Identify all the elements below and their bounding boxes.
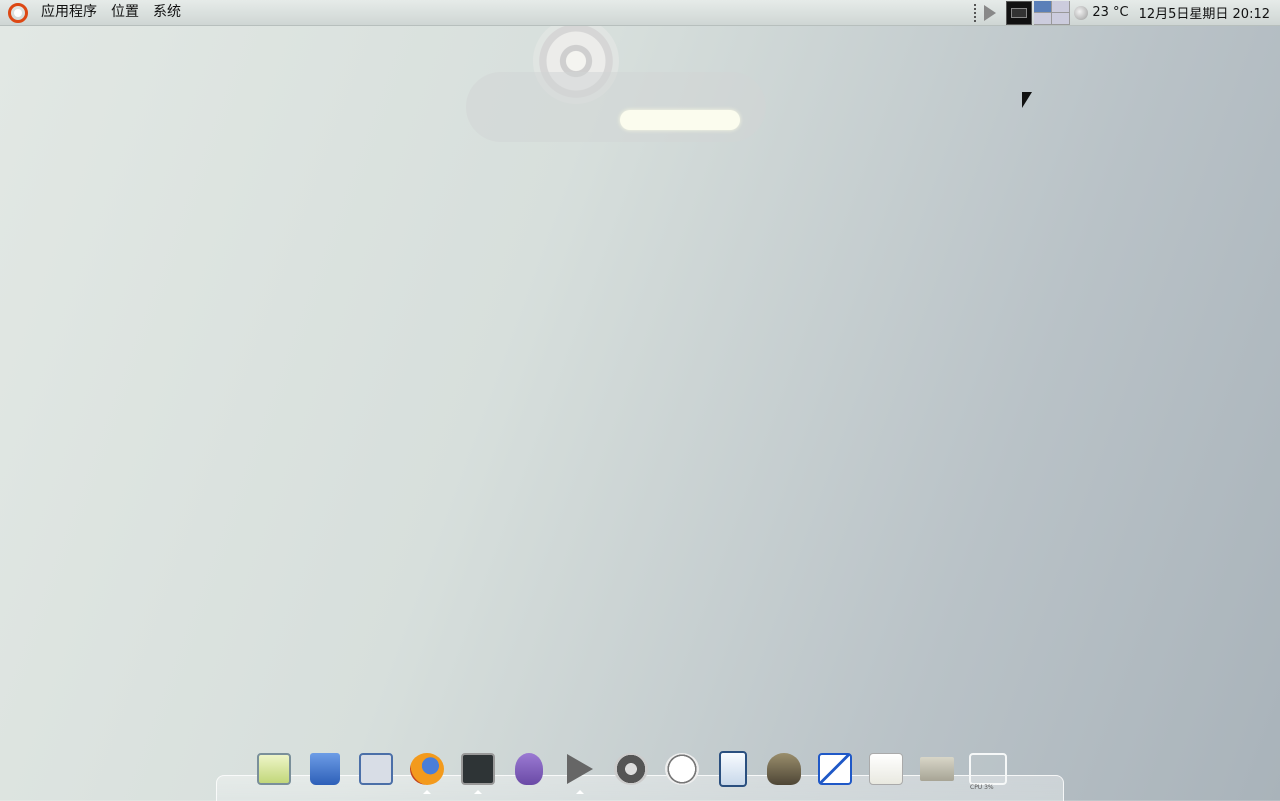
- cpu-monitor-icon: [969, 753, 1007, 785]
- document-viewer-icon: [719, 751, 747, 787]
- running-indicator: [423, 790, 431, 794]
- terminal-icon: [461, 753, 495, 785]
- dock-item-save[interactable]: [356, 748, 396, 790]
- wallpaper-decoration: [620, 110, 740, 130]
- weather-moon-icon[interactable]: [1074, 5, 1089, 20]
- drag-handle-icon[interactable]: [974, 3, 980, 22]
- workspace-2[interactable]: [1052, 0, 1070, 12]
- save-floppy-icon: [359, 753, 393, 785]
- dock-item-drawing[interactable]: [815, 748, 855, 790]
- firefox-icon: [410, 753, 444, 785]
- mouse-cursor-icon: [1022, 92, 1032, 108]
- dock-item-pidgin[interactable]: [509, 748, 549, 790]
- clock-datetime[interactable]: 12月5日星期日 20:12: [1139, 3, 1270, 22]
- media-player-icon: [567, 754, 593, 784]
- dock-item-notes[interactable]: [254, 748, 294, 790]
- drawing-icon: [818, 753, 852, 785]
- running-indicator: [576, 790, 584, 794]
- dock-item-video-editor[interactable]: [611, 748, 651, 790]
- top-panel: 应用程序 位置 系统 23 °C 12月5日星期日 20:12: [0, 0, 1280, 26]
- menu-system[interactable]: 系统: [146, 0, 188, 25]
- dock-item-text-editor[interactable]: [866, 748, 906, 790]
- cpu-monitor-label: CPU 3%: [970, 784, 994, 791]
- dock-item-trash[interactable]: [305, 748, 345, 790]
- main-menu: 应用程序 位置 系统: [0, 0, 188, 25]
- running-indicator: [474, 790, 482, 794]
- menu-places[interactable]: 位置: [104, 0, 146, 25]
- menu-applications[interactable]: 应用程序: [34, 0, 104, 25]
- pidgin-icon: [515, 753, 543, 785]
- dock-item-gimp[interactable]: [764, 748, 804, 790]
- dock: CPU 3%: [254, 748, 1008, 794]
- ubuntu-logo-icon[interactable]: [8, 2, 28, 23]
- workspace-4[interactable]: [1052, 12, 1070, 24]
- workspace-1[interactable]: [1034, 0, 1052, 12]
- dock-item-clock[interactable]: [662, 748, 702, 790]
- dock-item-folder[interactable]: [917, 748, 957, 790]
- dock-item-cpu-monitor[interactable]: CPU 3%: [968, 748, 1008, 791]
- dock-item-firefox[interactable]: [407, 748, 447, 794]
- gimp-icon: [767, 753, 801, 785]
- dock-item-terminal[interactable]: [458, 748, 498, 794]
- notes-icon: [257, 753, 291, 785]
- workspace-3[interactable]: [1034, 12, 1052, 24]
- media-play-icon[interactable]: [984, 4, 997, 21]
- dock-item-media-player[interactable]: [560, 748, 600, 794]
- workspace-switcher[interactable]: [1034, 0, 1071, 25]
- trash-icon: [310, 753, 340, 785]
- keyboard-indicator-icon[interactable]: [1006, 0, 1033, 25]
- system-tray: 23 °C 12月5日星期日 20:12: [970, 0, 1280, 25]
- video-editor-icon: [614, 753, 648, 785]
- dock-item-documents[interactable]: [713, 748, 753, 790]
- text-editor-icon: [869, 753, 903, 785]
- temperature-label[interactable]: 23 °C: [1092, 5, 1128, 20]
- wallpaper-decoration: [466, 72, 766, 142]
- folder-icon: [920, 757, 954, 781]
- clock-icon: [665, 753, 699, 785]
